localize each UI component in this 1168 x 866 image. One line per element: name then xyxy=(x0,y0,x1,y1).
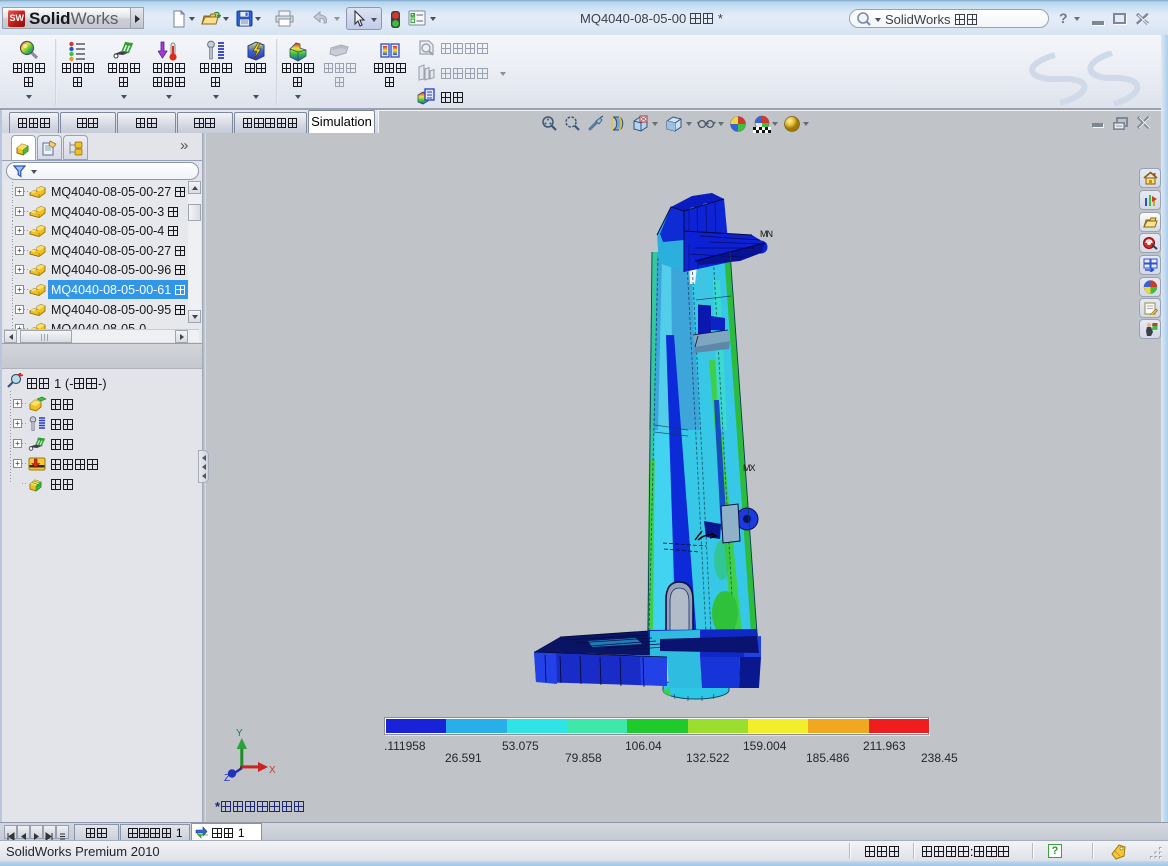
svg-text:Y: Y xyxy=(236,728,243,739)
svg-text:X: X xyxy=(269,765,276,776)
svg-text:Z: Z xyxy=(224,773,230,784)
